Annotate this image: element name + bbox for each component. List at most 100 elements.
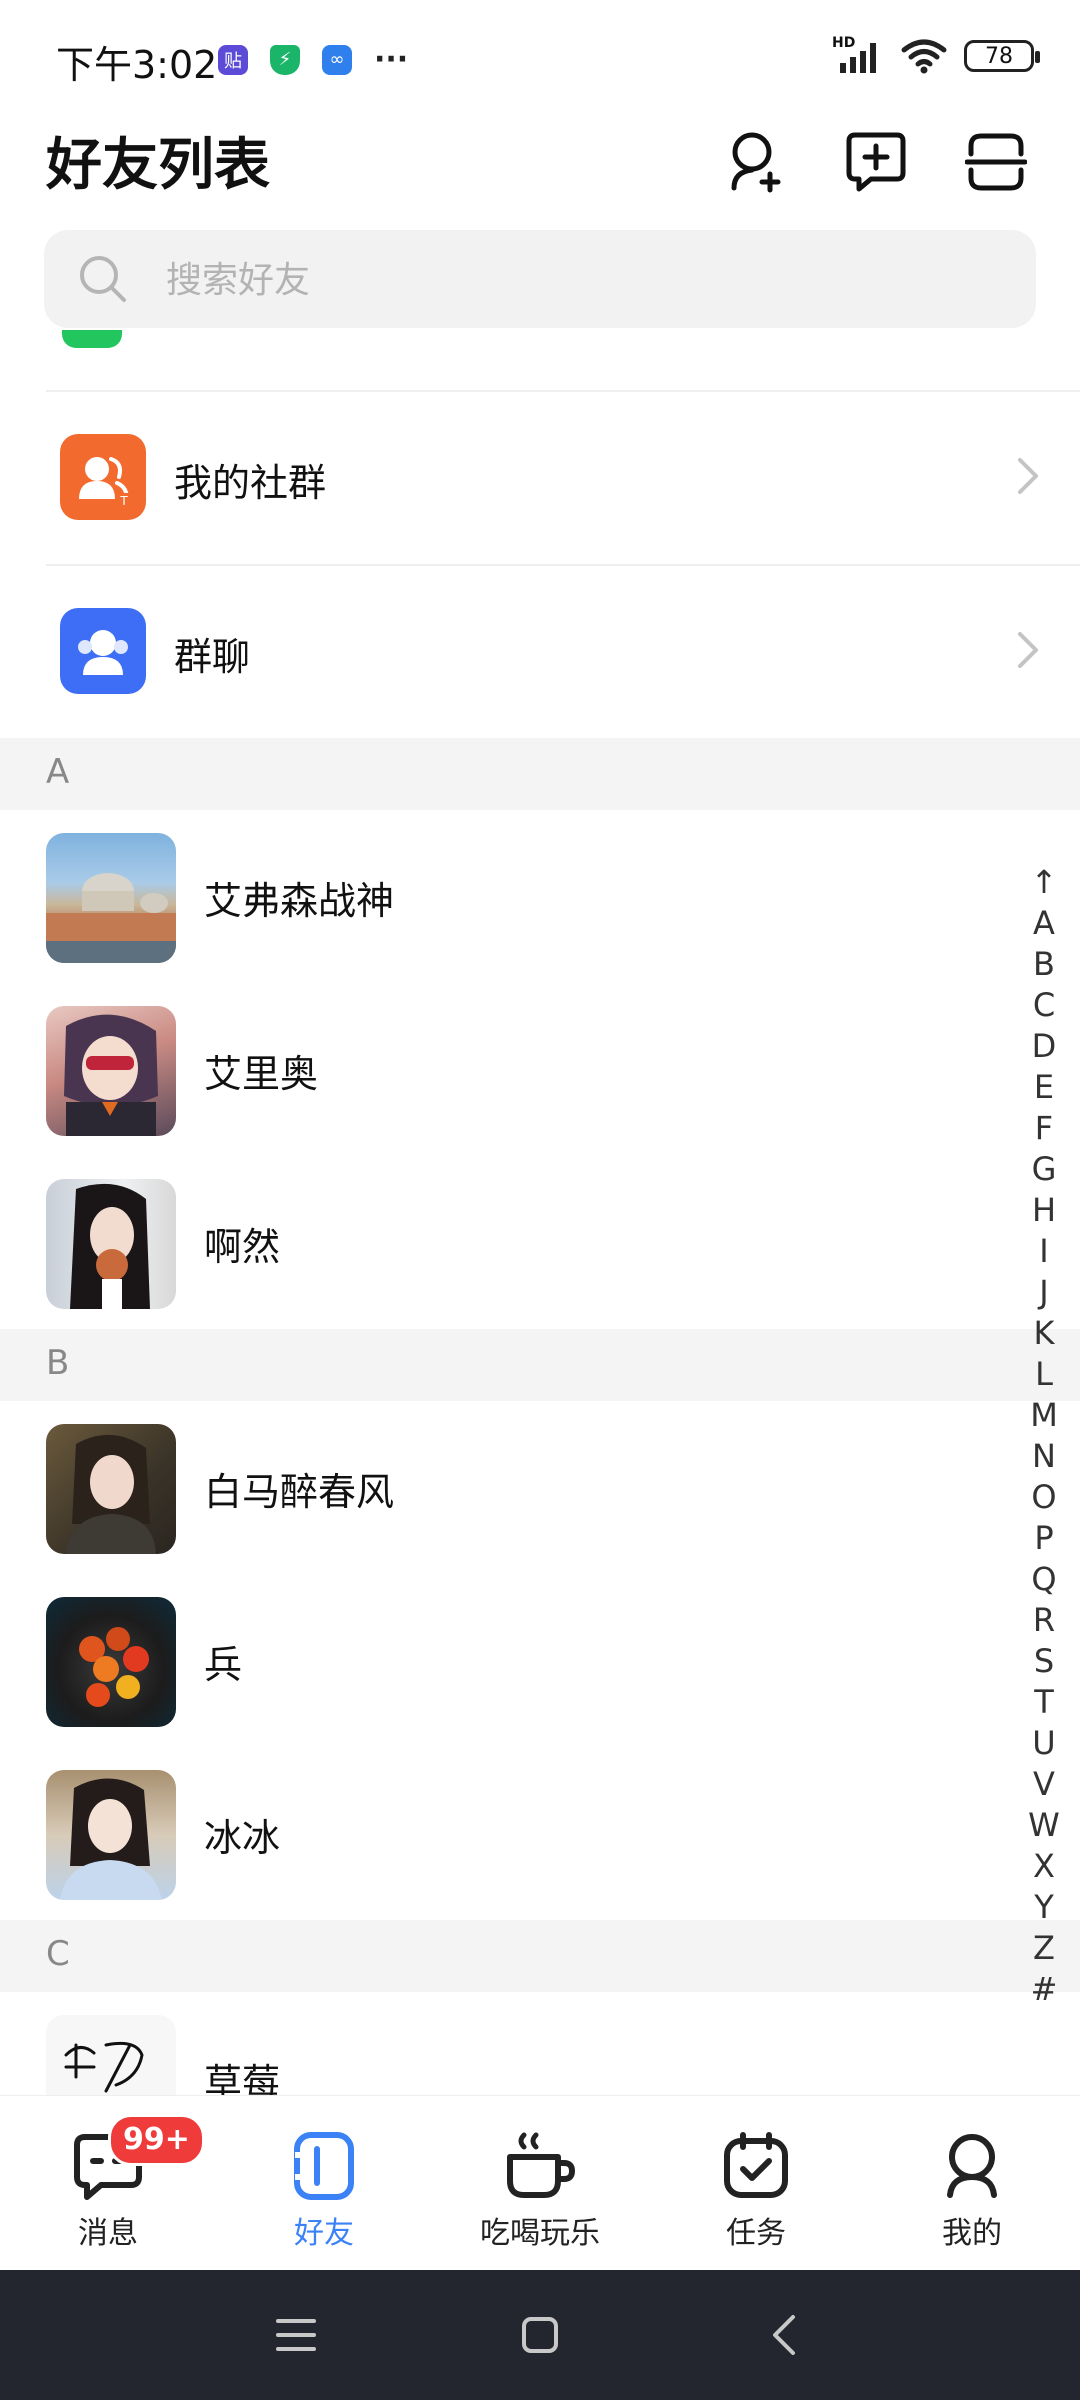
- friend-name: 艾里奥: [204, 1052, 319, 1096]
- index-letter[interactable]: R: [1022, 1600, 1066, 1641]
- tab-label: 任务: [726, 2216, 786, 2251]
- group-chat-icon: [60, 608, 146, 694]
- chevron-right-icon: [1018, 632, 1038, 668]
- recent-apps-button[interactable]: [266, 2305, 326, 2365]
- friend-row[interactable]: 白马醉春风: [0, 1401, 1080, 1574]
- tab-label: 吃喝玩乐: [480, 2216, 600, 2251]
- coffee-icon: [500, 2126, 580, 2206]
- index-letter[interactable]: P: [1022, 1518, 1066, 1559]
- home-square-icon: [522, 2317, 558, 2353]
- home-button[interactable]: [510, 2305, 570, 2365]
- friend-avatar: [46, 1770, 176, 1900]
- friend-row[interactable]: 啊然: [0, 1156, 1080, 1329]
- entry-label: 群聊: [174, 635, 251, 679]
- search-input[interactable]: [164, 230, 968, 330]
- index-letter[interactable]: U: [1022, 1723, 1066, 1764]
- tab-tasks[interactable]: 任务: [648, 2096, 864, 2271]
- friend-avatar: [46, 1006, 176, 1136]
- friend-name: 草莓: [204, 2061, 281, 2095]
- tab-me[interactable]: 我的: [864, 2096, 1080, 2271]
- index-letter[interactable]: #: [1022, 1969, 1066, 2010]
- section-letter: C: [46, 1934, 70, 1974]
- friend-row[interactable]: 冰冰: [0, 1747, 1080, 1920]
- friend-row[interactable]: 艾里奥: [0, 983, 1080, 1156]
- entry-label: 我的社群: [174, 461, 327, 505]
- tab-friends[interactable]: 好友: [216, 2096, 432, 2271]
- tab-food-fun[interactable]: 吃喝玩乐: [432, 2096, 648, 2271]
- scan-icon: [965, 133, 1027, 191]
- friend-avatar: [46, 2015, 176, 2095]
- friends-icon: [284, 2126, 364, 2206]
- index-letter[interactable]: K: [1022, 1313, 1066, 1354]
- friend-avatar: [46, 1597, 176, 1727]
- friend-name: 啊然: [204, 1225, 281, 1269]
- tab-label: 消息: [78, 2216, 138, 2251]
- status-right-icons: HD 78: [832, 35, 1040, 74]
- new-chat-button[interactable]: [836, 122, 916, 202]
- friend-row[interactable]: 兵: [0, 1574, 1080, 1747]
- index-letter[interactable]: N: [1022, 1436, 1066, 1477]
- index-letter[interactable]: E: [1022, 1067, 1066, 1108]
- entry-group-chat[interactable]: 群聊: [0, 566, 1080, 738]
- shield-icon: ⚡: [270, 44, 300, 75]
- friend-list[interactable]: T 我的社群 群聊 A 艾弗森战神 艾里奥 啊然 B 白马醉春风 兵 冰冰 C …: [0, 330, 1080, 2095]
- index-letter[interactable]: Q: [1022, 1559, 1066, 1600]
- status-time: 下午3:02: [56, 43, 218, 87]
- index-letter[interactable]: F: [1022, 1108, 1066, 1149]
- add-friend-button[interactable]: [716, 122, 796, 202]
- friend-name: 艾弗森战神: [204, 879, 395, 923]
- friend-avatar: [46, 1424, 176, 1554]
- tab-messages[interactable]: 99+ 消息: [0, 2096, 216, 2271]
- alphabet-index[interactable]: ↑ A B C D E F G H I J K L M N O P Q R S …: [1022, 862, 1066, 2010]
- index-letter[interactable]: O: [1022, 1477, 1066, 1518]
- partial-list-item[interactable]: [0, 330, 1080, 390]
- friend-row[interactable]: 艾弗森战神: [0, 810, 1080, 983]
- back-icon: [773, 2315, 795, 2355]
- section-letter: A: [46, 752, 70, 792]
- entry-my-community[interactable]: T 我的社群: [0, 392, 1080, 564]
- index-letter[interactable]: Y: [1022, 1887, 1066, 1928]
- svg-text:T: T: [119, 494, 128, 507]
- back-button[interactable]: [754, 2305, 814, 2365]
- signal-icon: HD: [832, 35, 884, 73]
- index-letter[interactable]: J: [1022, 1272, 1066, 1313]
- index-letter[interactable]: W: [1022, 1805, 1066, 1846]
- index-letter[interactable]: L: [1022, 1354, 1066, 1395]
- unread-badge: 99+: [108, 2114, 205, 2166]
- notification-app-icon: 贴: [218, 44, 248, 75]
- menu-icon: [276, 2319, 316, 2351]
- page-title: 好友列表: [46, 133, 270, 198]
- tab-label: 好友: [294, 2216, 354, 2251]
- section-letter: B: [46, 1343, 70, 1383]
- index-letter[interactable]: V: [1022, 1764, 1066, 1805]
- notification-app-icon-2: ∞: [322, 44, 352, 75]
- index-letter[interactable]: Z: [1022, 1928, 1066, 1969]
- friend-avatar: [46, 1179, 176, 1309]
- friend-row[interactable]: 草莓: [0, 1992, 1080, 2095]
- index-letter[interactable]: X: [1022, 1846, 1066, 1887]
- more-notifications-icon: ···: [374, 42, 409, 77]
- scan-button[interactable]: [956, 122, 1036, 202]
- index-letter[interactable]: T: [1022, 1682, 1066, 1723]
- search-icon: [80, 256, 126, 302]
- add-chat-icon: [846, 132, 906, 192]
- status-bar: 下午3:02 贴 ⚡ ∞ ··· HD 78: [0, 0, 1080, 120]
- friend-avatar: [46, 833, 176, 963]
- index-letter[interactable]: S: [1022, 1641, 1066, 1682]
- index-letter[interactable]: D: [1022, 1026, 1066, 1067]
- index-letter[interactable]: I: [1022, 1231, 1066, 1272]
- index-letter[interactable]: A: [1022, 903, 1066, 944]
- chevron-right-icon: [1018, 458, 1038, 494]
- index-letter[interactable]: B: [1022, 944, 1066, 985]
- partial-entry-icon: [62, 330, 122, 348]
- task-calendar-icon: [716, 2126, 796, 2206]
- index-letter[interactable]: H: [1022, 1190, 1066, 1231]
- search-bar[interactable]: [44, 230, 1036, 330]
- index-letter[interactable]: C: [1022, 985, 1066, 1026]
- index-letter[interactable]: M: [1022, 1395, 1066, 1436]
- index-letter[interactable]: ↑: [1022, 862, 1066, 903]
- header: 好友列表: [0, 110, 1080, 230]
- section-header-a: A: [0, 738, 1080, 810]
- index-letter[interactable]: G: [1022, 1149, 1066, 1190]
- status-notification-icons: 贴 ⚡ ∞ ···: [218, 42, 408, 77]
